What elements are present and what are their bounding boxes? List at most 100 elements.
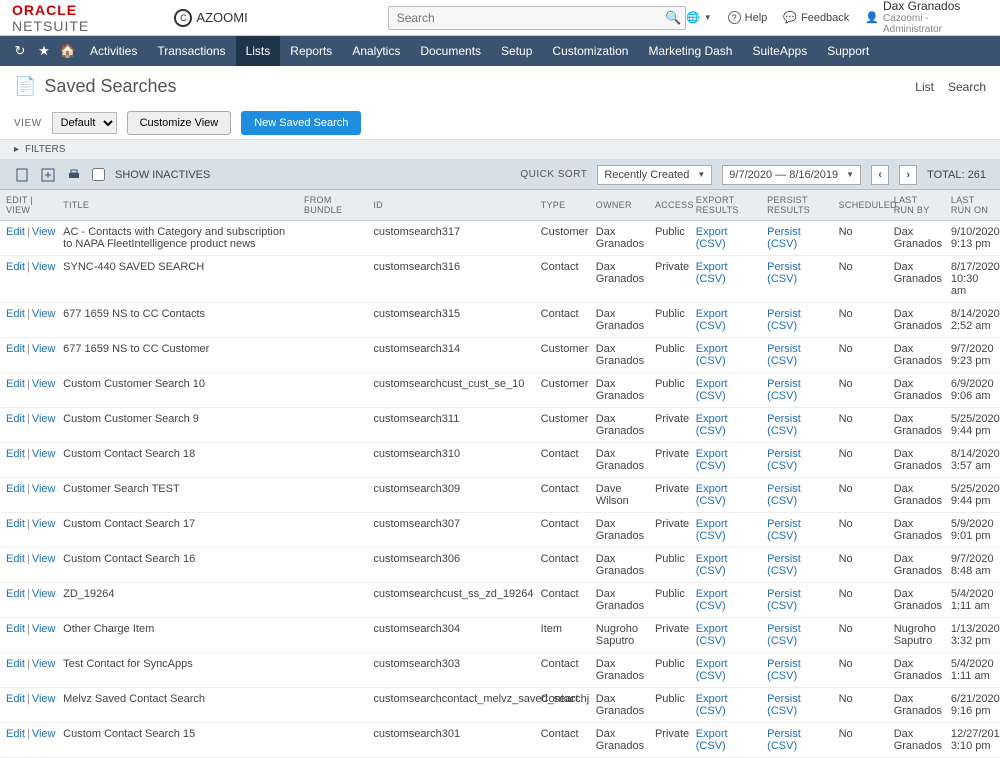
list-link[interactable]: List [915, 80, 934, 94]
col-header[interactable]: SCHEDULED [833, 190, 888, 221]
nav-marketing-dash[interactable]: Marketing Dash [638, 36, 742, 66]
export-link[interactable]: Export (CSV) [696, 226, 728, 250]
col-header[interactable]: LAST RUN BY [888, 190, 945, 221]
view-link[interactable]: View [32, 261, 56, 273]
nav-setup[interactable]: Setup [491, 36, 542, 66]
edit-link[interactable]: Edit [6, 343, 25, 355]
view-link[interactable]: View [32, 226, 56, 238]
global-search[interactable]: 🔍 [388, 6, 686, 30]
persist-link[interactable]: Persist (CSV) [767, 261, 801, 285]
edit-link[interactable]: Edit [6, 518, 25, 530]
view-link[interactable]: View [32, 553, 56, 565]
col-header[interactable]: LAST RUN ON [945, 190, 1000, 221]
date-range-select[interactable]: 9/7/2020 — 8/16/2019▼ [722, 165, 861, 185]
view-link[interactable]: View [32, 658, 56, 670]
view-link[interactable]: View [32, 308, 56, 320]
col-header[interactable]: EDIT | VIEW [0, 190, 57, 221]
nav-suiteapps[interactable]: SuiteApps [742, 36, 817, 66]
col-header[interactable]: TITLE [57, 190, 298, 221]
edit-link[interactable]: Edit [6, 226, 25, 238]
persist-link[interactable]: Persist (CSV) [767, 728, 801, 752]
quick-sort-select[interactable]: Recently Created▼ [597, 165, 712, 185]
export-link[interactable]: Export (CSV) [696, 378, 728, 402]
col-header[interactable]: OWNER [590, 190, 649, 221]
nav-activities[interactable]: Activities [80, 36, 147, 66]
export-link[interactable]: Export (CSV) [696, 658, 728, 682]
feedback-link[interactable]: 💬Feedback [783, 11, 849, 24]
export-link[interactable]: Export (CSV) [696, 261, 728, 285]
export-link[interactable]: Export (CSV) [696, 343, 728, 367]
export-icon[interactable] [40, 167, 56, 183]
view-link[interactable]: View [32, 623, 56, 635]
persist-link[interactable]: Persist (CSV) [767, 343, 801, 367]
new-saved-search-button[interactable]: New Saved Search [241, 111, 361, 135]
view-link[interactable]: View [32, 413, 56, 425]
persist-link[interactable]: Persist (CSV) [767, 448, 801, 472]
edit-link[interactable]: Edit [6, 261, 25, 273]
persist-link[interactable]: Persist (CSV) [767, 483, 801, 507]
export-link[interactable]: Export (CSV) [696, 483, 728, 507]
nav-transactions[interactable]: Transactions [147, 36, 235, 66]
persist-link[interactable]: Persist (CSV) [767, 308, 801, 332]
persist-link[interactable]: Persist (CSV) [767, 518, 801, 542]
refresh-icon[interactable]: ↻ [8, 43, 32, 59]
export-link[interactable]: Export (CSV) [696, 728, 728, 752]
help-link[interactable]: ?Help [728, 11, 768, 24]
col-header[interactable]: PERSIST RESULTS [761, 190, 832, 221]
edit-link[interactable]: Edit [6, 693, 25, 705]
search-link[interactable]: Search [948, 80, 986, 94]
col-header[interactable]: TYPE [535, 190, 590, 221]
language-switcher[interactable]: 🌐▼ [686, 11, 712, 24]
expand-icon[interactable]: ▸ [14, 144, 19, 155]
filters-bar[interactable]: ▸FILTERS [0, 139, 1000, 160]
export-link[interactable]: Export (CSV) [696, 693, 728, 717]
edit-link[interactable]: Edit [6, 728, 25, 740]
col-header[interactable]: FROM BUNDLE [298, 190, 367, 221]
edit-link[interactable]: Edit [6, 588, 25, 600]
persist-link[interactable]: Persist (CSV) [767, 693, 801, 717]
view-link[interactable]: View [32, 483, 56, 495]
nav-customization[interactable]: Customization [542, 36, 638, 66]
nav-analytics[interactable]: Analytics [342, 36, 410, 66]
nav-support[interactable]: Support [817, 36, 879, 66]
persist-link[interactable]: Persist (CSV) [767, 413, 801, 437]
col-header[interactable]: ACCESS [649, 190, 690, 221]
edit-link[interactable]: Edit [6, 658, 25, 670]
next-page-button[interactable]: › [899, 165, 917, 185]
view-select[interactable]: Default [52, 112, 117, 134]
persist-link[interactable]: Persist (CSV) [767, 658, 801, 682]
edit-link[interactable]: Edit [6, 448, 25, 460]
home-icon[interactable]: 🏠 [56, 43, 80, 59]
edit-link[interactable]: Edit [6, 308, 25, 320]
edit-link[interactable]: Edit [6, 553, 25, 565]
document-icon[interactable] [14, 167, 30, 183]
view-link[interactable]: View [32, 343, 56, 355]
edit-link[interactable]: Edit [6, 483, 25, 495]
show-inactives-checkbox[interactable] [92, 168, 105, 181]
prev-page-button[interactable]: ‹ [871, 165, 889, 185]
col-header[interactable]: ID [367, 190, 534, 221]
export-link[interactable]: Export (CSV) [696, 588, 728, 612]
view-link[interactable]: View [32, 518, 56, 530]
nav-documents[interactable]: Documents [410, 36, 491, 66]
persist-link[interactable]: Persist (CSV) [767, 378, 801, 402]
view-link[interactable]: View [32, 448, 56, 460]
view-link[interactable]: View [32, 693, 56, 705]
search-input[interactable] [389, 11, 661, 25]
export-link[interactable]: Export (CSV) [696, 413, 728, 437]
persist-link[interactable]: Persist (CSV) [767, 226, 801, 250]
export-link[interactable]: Export (CSV) [696, 448, 728, 472]
col-header[interactable]: EXPORT RESULTS [690, 190, 761, 221]
star-icon[interactable]: ★ [32, 43, 56, 59]
view-link[interactable]: View [32, 728, 56, 740]
nav-lists[interactable]: Lists [236, 36, 281, 66]
export-link[interactable]: Export (CSV) [696, 553, 728, 577]
export-link[interactable]: Export (CSV) [696, 518, 728, 542]
persist-link[interactable]: Persist (CSV) [767, 623, 801, 647]
search-icon[interactable]: 🔍 [661, 10, 685, 26]
user-menu[interactable]: 👤 Dax Granados Cazoomi - Administrator [865, 0, 988, 35]
edit-link[interactable]: Edit [6, 623, 25, 635]
print-icon[interactable] [66, 167, 82, 183]
export-link[interactable]: Export (CSV) [696, 308, 728, 332]
customize-view-button[interactable]: Customize View [127, 111, 232, 135]
